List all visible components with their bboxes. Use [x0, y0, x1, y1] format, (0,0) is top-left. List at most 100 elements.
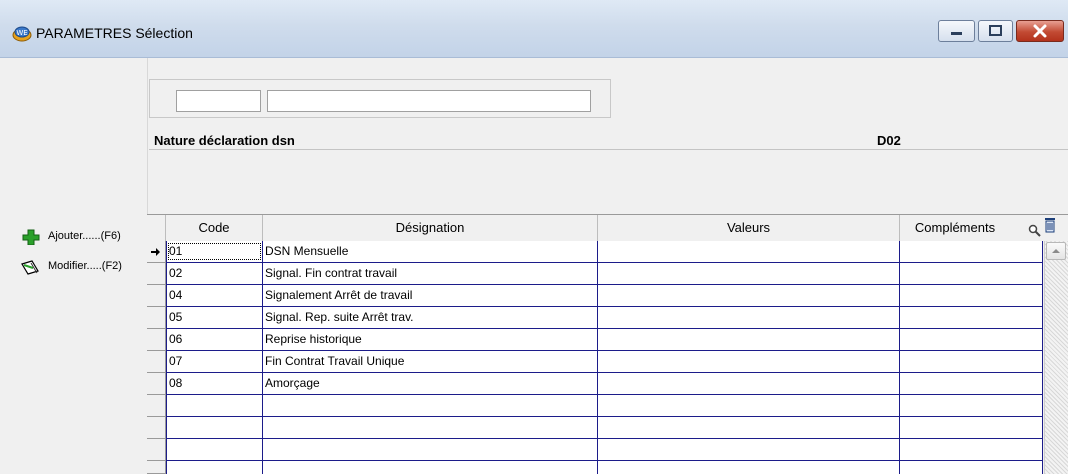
- row-selector[interactable]: [147, 439, 166, 461]
- column-header-complements[interactable]: Compléments: [900, 215, 1010, 241]
- table-row[interactable]: 08 Amorçage: [166, 373, 1043, 395]
- minimize-button[interactable]: [938, 20, 975, 42]
- section-label: Nature déclaration dsn: [154, 133, 295, 148]
- row-selector[interactable]: [147, 263, 166, 285]
- cell-complements[interactable]: [900, 307, 1043, 328]
- cell-designation[interactable]: DSN Mensuelle: [263, 241, 598, 262]
- grid-header: Code Désignation Valeurs Compléments: [147, 214, 1068, 241]
- designation-filter-input[interactable]: [267, 90, 591, 112]
- table-row[interactable]: [166, 461, 1043, 474]
- cell-complements[interactable]: [900, 373, 1043, 394]
- cell-code[interactable]: [166, 417, 263, 438]
- cell-designation[interactable]: Reprise historique: [263, 329, 598, 350]
- table-row[interactable]: 02 Signal. Fin contrat travail: [166, 263, 1043, 285]
- cell-code[interactable]: [166, 439, 263, 460]
- maximize-icon: [989, 25, 1002, 36]
- cell-designation[interactable]: [263, 417, 598, 438]
- row-selector[interactable]: [147, 417, 166, 439]
- code-filter-input[interactable]: [176, 90, 261, 112]
- cell-complements[interactable]: [900, 395, 1043, 416]
- plus-icon: [22, 229, 40, 245]
- cell-valeurs[interactable]: [598, 263, 900, 284]
- cell-valeurs[interactable]: [598, 395, 900, 416]
- cell-valeurs[interactable]: [598, 329, 900, 350]
- cell-complements[interactable]: [900, 263, 1043, 284]
- cell-designation[interactable]: Fin Contrat Travail Unique: [263, 351, 598, 372]
- table-row[interactable]: [166, 439, 1043, 461]
- row-selector[interactable]: [147, 285, 166, 307]
- cell-designation[interactable]: [263, 395, 598, 416]
- column-header-valeurs[interactable]: Valeurs: [598, 215, 900, 241]
- parameters-grid: Code Désignation Valeurs Compléments 01 …: [147, 214, 1068, 474]
- section-code: D02: [877, 133, 901, 148]
- app-icon: WE: [12, 26, 32, 42]
- cell-complements[interactable]: [900, 241, 1043, 262]
- vertical-scrollbar[interactable]: [1044, 241, 1068, 474]
- cell-valeurs[interactable]: [598, 373, 900, 394]
- cell-valeurs[interactable]: [598, 461, 900, 474]
- cell-designation[interactable]: [263, 439, 598, 460]
- section-divider: [149, 149, 1068, 150]
- table-row[interactable]: 04 Signalement Arrêt de travail: [166, 285, 1043, 307]
- close-button[interactable]: [1016, 20, 1064, 42]
- search-icon[interactable]: [1028, 224, 1042, 238]
- row-selector[interactable]: [147, 351, 166, 373]
- cell-code[interactable]: [166, 395, 263, 416]
- delete-icon[interactable]: [1043, 217, 1057, 233]
- row-selector[interactable]: [147, 329, 166, 351]
- cell-valeurs[interactable]: [598, 351, 900, 372]
- cell-code[interactable]: 07: [166, 351, 263, 372]
- maximize-button[interactable]: [978, 20, 1013, 42]
- row-selector[interactable]: [147, 373, 166, 395]
- cell-complements[interactable]: [900, 351, 1043, 372]
- cell-code[interactable]: 08: [166, 373, 263, 394]
- table-row[interactable]: [166, 395, 1043, 417]
- cell-valeurs[interactable]: [598, 417, 900, 438]
- cell-complements[interactable]: [900, 285, 1043, 306]
- row-selector[interactable]: [147, 307, 166, 329]
- modify-button[interactable]: Modifier.....(F2): [0, 257, 140, 277]
- cell-complements[interactable]: [900, 461, 1043, 474]
- window-titlebar: WE PARAMETRES Sélection: [0, 0, 1068, 58]
- scroll-up-button[interactable]: [1046, 242, 1066, 260]
- window-title: PARAMETRES Sélection: [36, 25, 193, 41]
- add-button[interactable]: Ajouter......(F6): [0, 227, 140, 247]
- cell-valeurs[interactable]: [598, 241, 900, 262]
- cell-code[interactable]: 02: [166, 263, 263, 284]
- table-row[interactable]: 01 DSN Mensuelle: [166, 241, 1043, 263]
- row-selector-current[interactable]: [147, 241, 166, 263]
- cell-complements[interactable]: [900, 329, 1043, 350]
- table-row[interactable]: 06 Reprise historique: [166, 329, 1043, 351]
- filter-panel: [149, 79, 611, 118]
- cell-designation[interactable]: Signalement Arrêt de travail: [263, 285, 598, 306]
- cell-code[interactable]: 04: [166, 285, 263, 306]
- cell-code[interactable]: 05: [166, 307, 263, 328]
- cell-designation[interactable]: Signal. Rep. suite Arrêt trav.: [263, 307, 598, 328]
- cell-complements[interactable]: [900, 439, 1043, 460]
- cell-valeurs[interactable]: [598, 307, 900, 328]
- add-button-label: Ajouter......(F6): [48, 230, 121, 242]
- cell-code[interactable]: 01: [166, 241, 263, 262]
- table-row[interactable]: 05 Signal. Rep. suite Arrêt trav.: [166, 307, 1043, 329]
- cell-valeurs[interactable]: [598, 285, 900, 306]
- row-selector[interactable]: [147, 395, 166, 417]
- row-header-corner: [147, 215, 166, 241]
- table-row[interactable]: [166, 417, 1043, 439]
- table-row[interactable]: 07 Fin Contrat Travail Unique: [166, 351, 1043, 373]
- close-icon: [1033, 24, 1047, 38]
- edit-icon: [21, 260, 39, 275]
- cell-code[interactable]: 06: [166, 329, 263, 350]
- column-header-code[interactable]: Code: [166, 215, 263, 241]
- svg-text:WE: WE: [16, 29, 27, 37]
- cell-designation[interactable]: Amorçage: [263, 373, 598, 394]
- cell-designation[interactable]: [263, 461, 598, 474]
- cell-valeurs[interactable]: [598, 439, 900, 460]
- column-header-designation[interactable]: Désignation: [263, 215, 598, 241]
- scroll-up-icon: [1052, 249, 1060, 253]
- cell-code[interactable]: [166, 461, 263, 474]
- row-selector[interactable]: [147, 461, 166, 474]
- cell-designation[interactable]: Signal. Fin contrat travail: [263, 263, 598, 284]
- cell-complements[interactable]: [900, 417, 1043, 438]
- current-row-arrow-icon: [151, 248, 160, 256]
- minimize-icon: [951, 32, 962, 35]
